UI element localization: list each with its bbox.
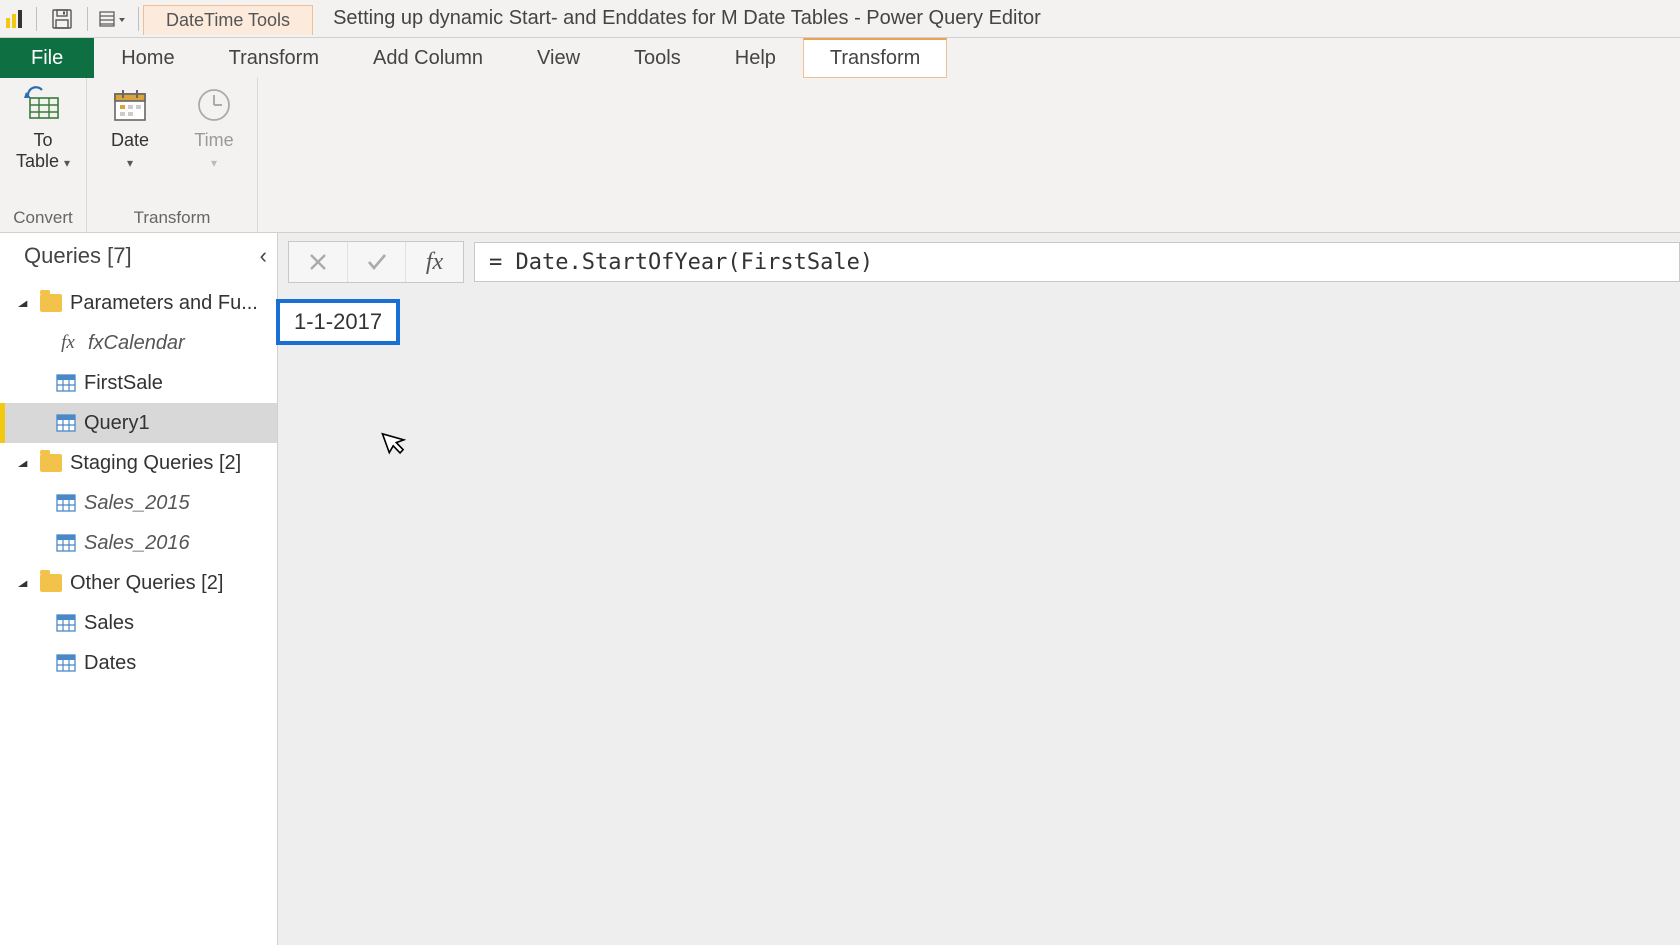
tab-view[interactable]: View [510,38,607,78]
query-label: Dates [84,652,136,675]
query-label: Query1 [84,412,150,435]
check-icon [367,253,387,271]
x-icon [309,253,327,271]
contextual-tab-title: DateTime Tools [143,5,313,35]
queries-pane-title: Queries [7] [24,243,132,269]
folder-icon [40,574,62,592]
query-label: Sales_2016 [84,532,190,555]
tab-transform[interactable]: Transform [202,38,346,78]
time-button[interactable]: Time▾ [181,86,247,206]
commit-formula-button[interactable] [347,242,405,282]
folder-label: Other Queries [2] [70,572,223,595]
folder-icon [40,454,62,472]
collapse-pane-button[interactable]: ‹ [260,243,267,269]
qat-options-button[interactable] [98,4,128,34]
tab-add-column[interactable]: Add Column [346,38,510,78]
formula-bar-buttons: fx [288,241,464,283]
tab-help[interactable]: Help [708,38,803,78]
folder-row[interactable]: ◢ Other Queries [2] [0,563,277,603]
folder-row[interactable]: ◢ Staging Queries [2] [0,443,277,483]
folder-label: Staging Queries [2] [70,452,241,475]
expander-icon: ◢ [18,298,32,308]
folder-label: Parameters and Fu... [70,292,258,315]
fx-button[interactable]: fx [405,242,463,282]
fx-icon: fx [56,332,80,354]
tab-context-transform[interactable]: Transform [803,38,947,78]
time-label: Time▾ [194,130,233,171]
clock-icon [195,86,233,124]
query-item[interactable]: FirstSale [0,363,277,403]
save-button[interactable] [47,4,77,34]
to-table-icon [24,86,62,124]
folder-row[interactable]: ◢ Parameters and Fu... [0,283,277,323]
query-item[interactable]: Sales_2015 [0,483,277,523]
to-table-button[interactable]: To Table ▾ [10,86,76,206]
calendar-icon [111,86,149,124]
query-label: fxCalendar [88,332,185,355]
tab-file[interactable]: File [0,38,94,78]
table-icon [56,533,76,553]
app-icon [4,8,26,30]
query-item[interactable]: Sales_2016 [0,523,277,563]
cancel-formula-button[interactable] [289,242,347,282]
result-value-cell[interactable]: 1-1-2017 [276,299,400,345]
formula-bar-input[interactable]: = Date.StartOfYear(FirstSale) [474,242,1680,282]
table-icon [56,493,76,513]
to-table-label: To Table ▾ [16,130,70,171]
table-icon [56,373,76,393]
query-item[interactable]: fx fxCalendar [0,323,277,363]
date-label: Date▾ [111,130,149,171]
table-icon [56,413,76,433]
query-label: Sales [84,612,134,635]
expander-icon: ◢ [18,578,32,588]
ribbon-group-convert: To Table ▾ Convert [0,78,87,232]
table-icon [56,653,76,673]
folder-icon [40,294,62,312]
query-item[interactable]: Sales [0,603,277,643]
ribbon-group-transform: Date▾ Time▾ Transform [87,78,258,232]
ribbon-group-convert-label: Convert [10,206,76,228]
tab-home[interactable]: Home [94,38,201,78]
query-item[interactable]: Query1 [0,403,277,443]
ribbon-group-transform-label: Transform [97,206,247,228]
queries-pane: Queries [7] ‹ ◢ Parameters and Fu... fxfxC… [0,233,278,945]
expander-icon: ◢ [18,458,32,468]
table-icon [56,613,76,633]
date-button[interactable]: Date▾ [97,86,163,206]
tab-tools[interactable]: Tools [607,38,708,78]
query-label: FirstSale [84,372,163,395]
window-title: Setting up dynamic Start- and Enddates f… [333,7,1680,30]
fx-icon: fx [426,249,443,276]
query-label: Sales_2015 [84,492,190,515]
query-item[interactable]: Dates [0,643,277,683]
